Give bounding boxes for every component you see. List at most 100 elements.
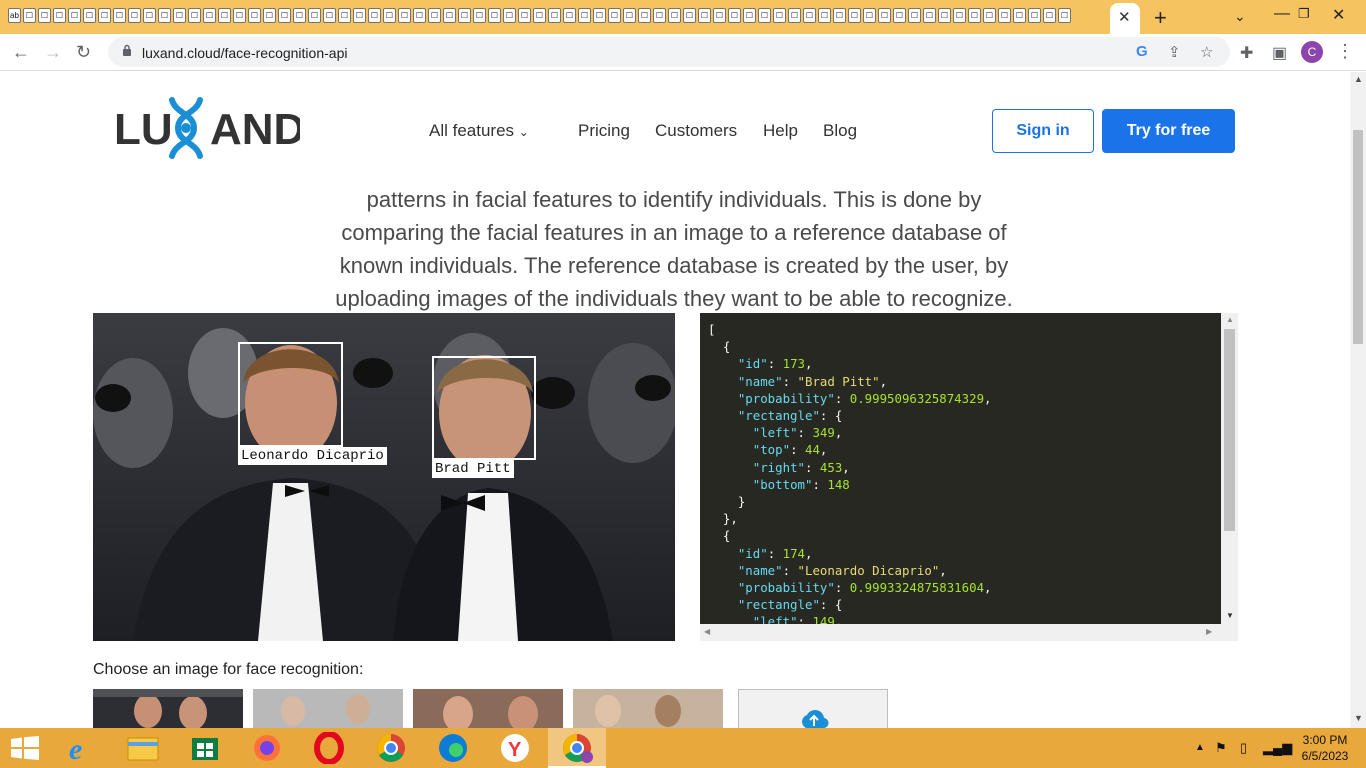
tab-favicon[interactable]: ☐ <box>308 8 321 23</box>
tab-favicon[interactable]: ☐ <box>653 8 666 23</box>
show-hidden-icons[interactable]: ▲ <box>1195 742 1205 753</box>
tab-favicon[interactable]: ☐ <box>83 8 96 23</box>
nav-help[interactable]: Help <box>763 121 798 141</box>
tab-favicon[interactable]: ☐ <box>818 8 831 23</box>
tab-favicon[interactable]: ☐ <box>473 8 486 23</box>
tab-favicon[interactable]: ☐ <box>743 8 756 23</box>
tab-favicon[interactable]: ☐ <box>518 8 531 23</box>
nav-customers[interactable]: Customers <box>655 121 737 141</box>
tab-favicon[interactable]: ☐ <box>488 8 501 23</box>
yandex-icon[interactable]: Y <box>494 732 536 764</box>
tab-favicon[interactable]: ☐ <box>833 8 846 23</box>
address-bar[interactable]: luxand.cloud/face-recognition-api G ⇪ ☆ <box>108 37 1230 67</box>
tab-favicon[interactable]: ☐ <box>938 8 951 23</box>
tab-favicon[interactable]: ☐ <box>413 8 426 23</box>
tab-favicon[interactable]: ☐ <box>563 8 576 23</box>
tab-favicon[interactable]: ☐ <box>368 8 381 23</box>
tab-favicon[interactable]: ☐ <box>668 8 681 23</box>
sample-image-4[interactable] <box>573 689 723 728</box>
nav-pricing[interactable]: Pricing <box>578 121 630 141</box>
tab-favicon[interactable]: ☐ <box>593 8 606 23</box>
tab-favicon[interactable]: ab <box>8 8 21 23</box>
page-scrollbar[interactable]: ▲ ▼ <box>1350 72 1366 728</box>
json-scrollbar-horizontal[interactable]: ◀ ▶ <box>700 624 1238 641</box>
tab-favicon[interactable]: ☐ <box>218 8 231 23</box>
tab-favicon[interactable]: ☐ <box>338 8 351 23</box>
tab-favicon[interactable]: ☐ <box>68 8 81 23</box>
tab-favicon[interactable]: ☐ <box>263 8 276 23</box>
tab-favicon[interactable]: ☐ <box>23 8 36 23</box>
tab-favicon[interactable]: ☐ <box>143 8 156 23</box>
back-icon[interactable]: ← <box>12 42 30 63</box>
nav-blog[interactable]: Blog <box>823 121 857 141</box>
forward-icon[interactable]: → <box>44 42 62 63</box>
windows-start-icon[interactable] <box>11 736 39 760</box>
flag-icon[interactable]: ⚑ <box>1215 740 1227 756</box>
tab-favicon[interactable]: ☐ <box>278 8 291 23</box>
side-panel-icon[interactable]: ▣ <box>1272 43 1287 63</box>
firefox-icon[interactable] <box>246 732 288 764</box>
tab-favicon[interactable]: ☐ <box>173 8 186 23</box>
tab-favicon[interactable]: ☐ <box>38 8 51 23</box>
upload-image-button[interactable] <box>738 689 888 728</box>
tab-favicon[interactable]: ☐ <box>443 8 456 23</box>
tab-favicon[interactable]: ☐ <box>983 8 996 23</box>
tab-favicon[interactable]: ☐ <box>248 8 261 23</box>
tab-favicon[interactable]: ☐ <box>293 8 306 23</box>
tab-favicon[interactable]: ☐ <box>578 8 591 23</box>
tab-favicon[interactable]: ☐ <box>968 8 981 23</box>
tab-favicon[interactable]: ☐ <box>113 8 126 23</box>
tab-favicon[interactable]: ☐ <box>608 8 621 23</box>
tab-favicon[interactable]: ☐ <box>428 8 441 23</box>
tab-favicon[interactable]: ☐ <box>683 8 696 23</box>
sample-image-1[interactable] <box>93 689 243 728</box>
tab-favicon[interactable]: ☐ <box>638 8 651 23</box>
tab-search-icon[interactable]: ⌄ <box>1234 8 1246 25</box>
tab-favicon[interactable]: ☐ <box>1013 8 1026 23</box>
tab-favicon[interactable]: ☐ <box>998 8 1011 23</box>
tab-favicon[interactable]: ☐ <box>713 8 726 23</box>
tab-favicon[interactable]: ☐ <box>773 8 786 23</box>
tab-favicon[interactable]: ☐ <box>128 8 141 23</box>
signal-icon[interactable]: ▂▄▆ <box>1263 740 1292 756</box>
nav-all-features[interactable]: All features ⌄ <box>429 121 529 141</box>
internet-explorer-icon[interactable]: e <box>60 732 102 764</box>
tab-favicon[interactable]: ☐ <box>1058 8 1071 23</box>
file-explorer-icon[interactable] <box>122 732 164 764</box>
scroll-up-arrow-icon[interactable]: ▲ <box>1226 315 1234 324</box>
tab-favicon[interactable]: ☐ <box>533 8 546 23</box>
tab-favicon[interactable]: ☐ <box>158 8 171 23</box>
tab-favicon[interactable]: ☐ <box>878 8 891 23</box>
sign-in-button[interactable]: Sign in <box>992 109 1094 153</box>
profile-avatar[interactable]: C <box>1301 41 1323 63</box>
tab-favicon[interactable]: ☐ <box>188 8 201 23</box>
tab-favicon[interactable]: ☐ <box>848 8 861 23</box>
close-tab-icon[interactable]: ✕ <box>1118 8 1131 26</box>
opera-icon[interactable] <box>308 732 350 764</box>
tab-favicon[interactable]: ☐ <box>698 8 711 23</box>
sample-image-2[interactable] <box>253 689 403 728</box>
scroll-left-arrow-icon[interactable]: ◀ <box>704 627 710 636</box>
tab-favicon[interactable]: ☐ <box>53 8 66 23</box>
tab-favicon[interactable]: ☐ <box>503 8 516 23</box>
tab-favicon[interactable]: ☐ <box>623 8 636 23</box>
minimize-icon[interactable]: — <box>1274 5 1290 23</box>
tab-favicon[interactable]: ☐ <box>788 8 801 23</box>
bookmark-star-icon[interactable]: ☆ <box>1200 43 1213 61</box>
tab-favicon[interactable]: ☐ <box>398 8 411 23</box>
json-scroll-thumb[interactable] <box>1224 329 1235 531</box>
battery-icon[interactable]: ▯ <box>1240 740 1247 756</box>
tab-favicon[interactable]: ☐ <box>803 8 816 23</box>
sample-image-3[interactable] <box>413 689 563 728</box>
tab-favicon[interactable]: ☐ <box>98 8 111 23</box>
restore-icon[interactable]: ❐ <box>1298 6 1310 22</box>
tab-favicon[interactable]: ☐ <box>383 8 396 23</box>
tab-favicon[interactable]: ☐ <box>923 8 936 23</box>
tab-favicon[interactable]: ☐ <box>458 8 471 23</box>
system-clock[interactable]: 3:00 PM 6/5/2023 <box>1290 732 1360 764</box>
window-close-icon[interactable]: ✕ <box>1332 5 1345 25</box>
tab-favicon[interactable]: ☐ <box>863 8 876 23</box>
page-scroll-up-icon[interactable]: ▲ <box>1354 74 1363 84</box>
tab-favicon[interactable]: ☐ <box>548 8 561 23</box>
try-for-free-button[interactable]: Try for free <box>1102 109 1235 153</box>
